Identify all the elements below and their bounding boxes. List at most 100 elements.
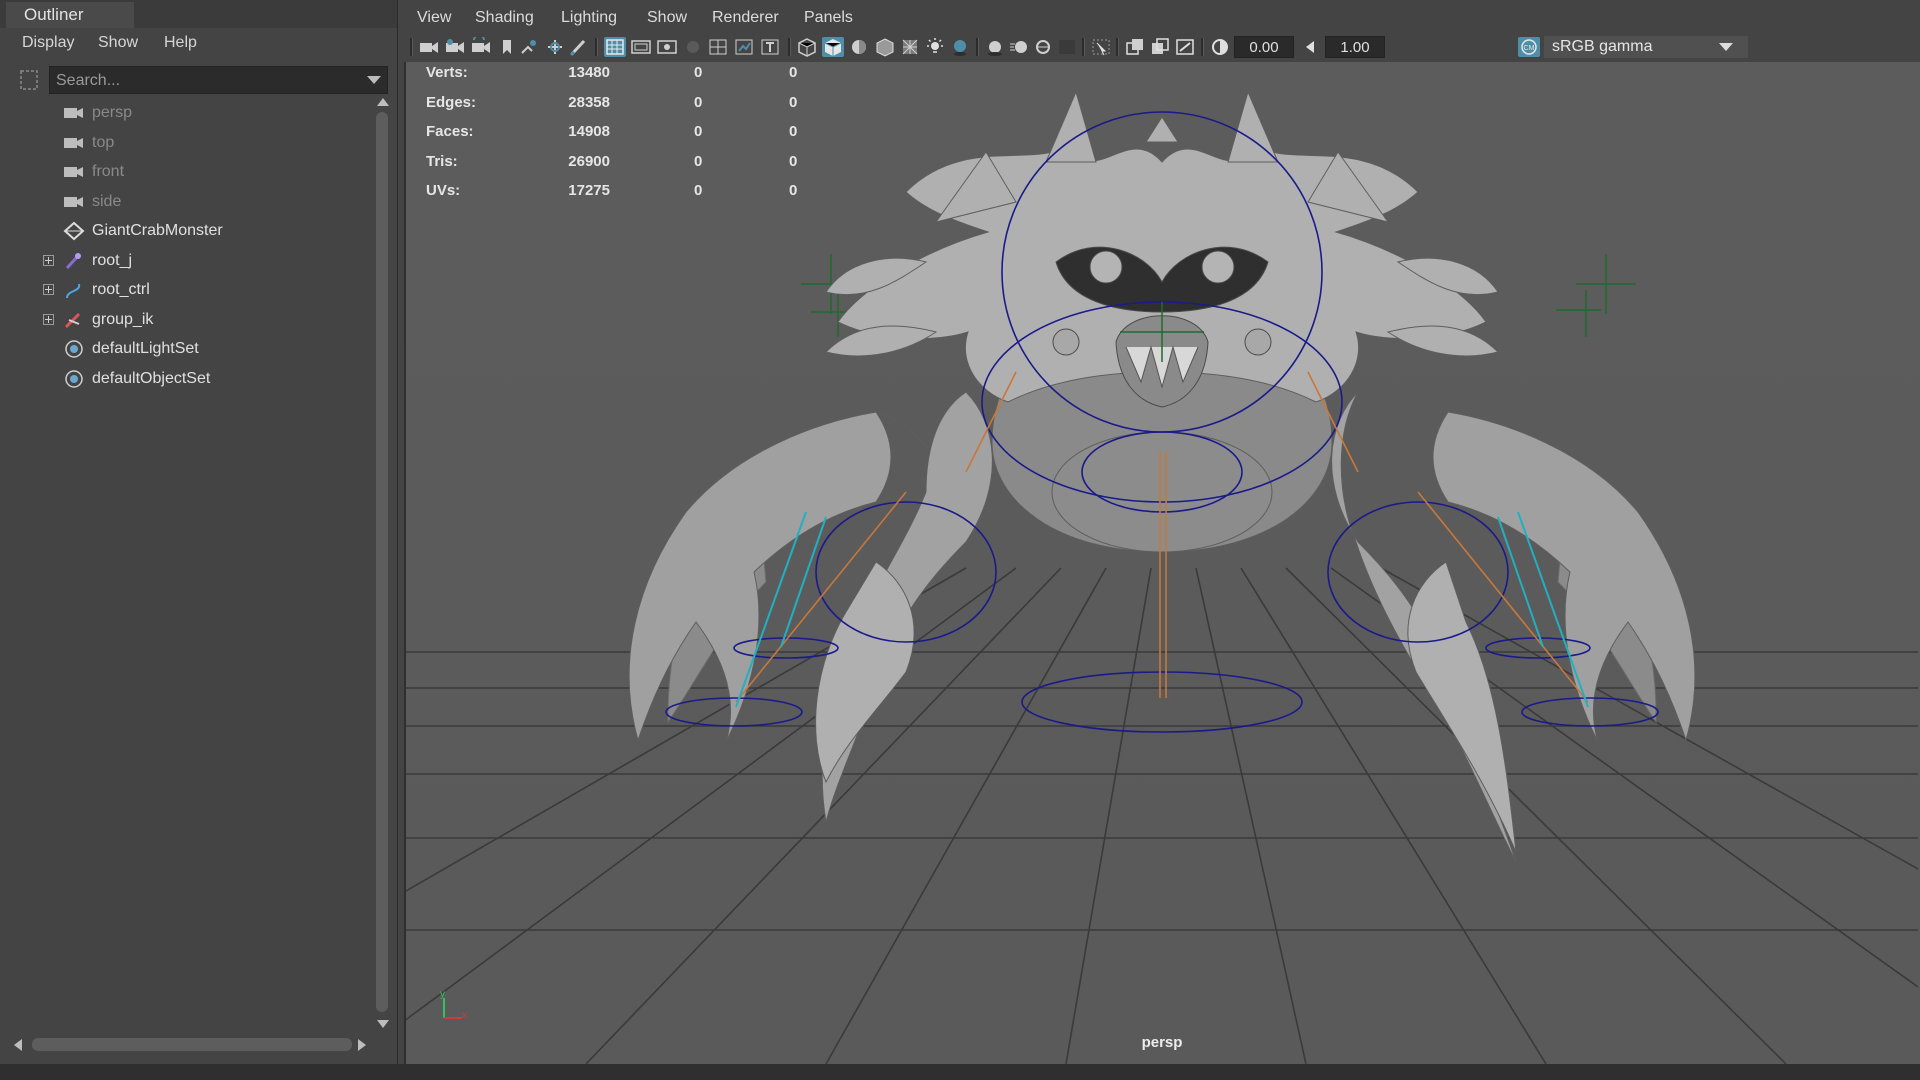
hud-value: 14908 — [568, 123, 610, 140]
viewport-menu-lighting[interactable]: Lighting — [561, 0, 617, 34]
filter-icon[interactable] — [18, 68, 40, 92]
screen-space-ao-icon[interactable] — [984, 37, 1006, 57]
viewport-menu-panels[interactable]: Panels — [804, 0, 853, 34]
horizontal-scrollbar-thumb[interactable] — [32, 1038, 352, 1051]
outliner-item-root_j[interactable]: root_j — [0, 246, 372, 275]
hud-row: UVs: 17275 0 0 — [426, 180, 806, 209]
viewport-menu-renderer[interactable]: Renderer — [712, 0, 779, 34]
smooth-shade-icon[interactable] — [822, 37, 844, 57]
toolbar-separator — [595, 38, 598, 56]
3d-viewport[interactable]: Verts: 13480 0 0 Edges: 28358 0 0 Faces: 14908 0 0 T… — [404, 62, 1920, 1064]
scroll-right-arrow-icon[interactable] — [358, 1039, 366, 1051]
outliner-search-input[interactable] — [50, 67, 358, 95]
outliner-item-label: top — [92, 133, 115, 151]
grease-pencil-icon[interactable] — [544, 37, 566, 57]
outliner-item-label: root_j — [92, 251, 133, 269]
xray-joints-icon[interactable] — [1174, 37, 1196, 57]
wireframe-on-shaded-icon[interactable] — [874, 37, 896, 57]
field-chart-icon[interactable] — [707, 37, 729, 57]
expand-icon[interactable] — [43, 254, 54, 266]
hud-row: Verts: 13480 0 0 — [426, 62, 806, 91]
grid-toggle-icon[interactable] — [604, 37, 626, 57]
outliner-horizontal-scrollbar[interactable] — [12, 1035, 370, 1055]
viewport-menu-shading[interactable]: Shading — [475, 0, 534, 34]
scene-canvas[interactable] — [406, 62, 1918, 1064]
outliner-item-group_ik[interactable]: group_ik — [0, 305, 372, 334]
view-transform-dropdown[interactable]: sRGB gamma — [1544, 36, 1748, 58]
2d-pan-zoom-icon[interactable] — [518, 37, 540, 57]
exposure-field[interactable]: 0.00 — [1234, 36, 1294, 58]
outliner-item-label: persp — [92, 104, 133, 121]
bookmarks-icon[interactable] — [470, 37, 492, 57]
xray-icon[interactable] — [1124, 37, 1146, 57]
outliner-item-top[interactable]: top — [0, 128, 372, 157]
use-all-lights-icon[interactable] — [924, 37, 946, 57]
outliner-item-giantcrabmonster[interactable]: GiantCrabMonster — [0, 216, 372, 245]
expand-icon[interactable] — [43, 313, 54, 325]
default-material-icon[interactable] — [848, 37, 870, 57]
scroll-down-arrow-icon[interactable] — [377, 1020, 389, 1028]
bottom-status-strip — [0, 1064, 1920, 1080]
mesh-transform-icon — [63, 221, 85, 241]
hud-value: 26900 — [568, 152, 610, 170]
search-options-dropdown-icon[interactable] — [367, 76, 381, 84]
textured-icon[interactable] — [899, 37, 921, 57]
exposure-icon[interactable] — [1209, 37, 1231, 57]
select-camera-icon[interactable] — [418, 37, 440, 57]
view-transform-icon[interactable]: CM — [1518, 37, 1540, 57]
svg-text:CM: CM — [1524, 45, 1535, 52]
outliner-item-defaultobjectset[interactable]: defaultObjectSet — [0, 364, 372, 393]
viewport-menu-show[interactable]: Show — [647, 0, 687, 34]
outliner-menu-bar: Display Show Help — [0, 28, 397, 58]
camera-icon — [63, 103, 85, 123]
outliner-item-label: defaultLightSet — [92, 340, 199, 357]
hud-row: Tris: 26900 0 0 — [426, 151, 806, 180]
outliner-item-persp[interactable]: persp — [0, 98, 372, 127]
safe-action-icon[interactable] — [733, 37, 755, 57]
chevron-down-icon[interactable] — [1719, 43, 1733, 51]
outliner-item-front[interactable]: front — [0, 157, 372, 186]
film-gate-icon[interactable] — [630, 37, 652, 57]
outliner-item-defaultlightset[interactable]: defaultLightSet — [0, 334, 372, 363]
shadows-icon[interactable] — [949, 37, 971, 57]
wireframe-icon[interactable] — [796, 37, 818, 57]
scrollbar-thumb[interactable] — [376, 112, 388, 1012]
viewport-menu-bar: View Shading Lighting Show Renderer Pane… — [404, 0, 1920, 34]
anti-aliasing-icon[interactable] — [1032, 37, 1054, 57]
gamma-field[interactable]: 1.00 — [1325, 36, 1385, 58]
outliner-search-box[interactable] — [49, 66, 388, 95]
hud-value: 13480 — [568, 64, 610, 81]
viewport-menu-view[interactable]: View — [417, 0, 451, 34]
outliner-item-label: defaultObjectSet — [92, 369, 211, 387]
scroll-up-arrow-icon[interactable] — [377, 98, 389, 106]
hud-label: Verts: — [426, 64, 468, 81]
outliner-item-side[interactable]: side — [0, 187, 372, 216]
depth-of-field-icon[interactable] — [1056, 37, 1078, 57]
resolution-gate-icon[interactable] — [656, 37, 678, 57]
safe-title-icon[interactable] — [759, 37, 781, 57]
hud-value: 0 — [694, 152, 703, 170]
hud-label: Edges: — [426, 93, 477, 111]
isolate-select-icon[interactable] — [1090, 37, 1112, 57]
gate-mask-icon[interactable] — [682, 37, 704, 57]
hud-value: 0 — [789, 152, 798, 170]
outliner-tab[interactable]: Outliner — [6, 2, 134, 28]
hud-value: 0 — [789, 123, 798, 140]
outliner-menu-display[interactable]: Display — [22, 28, 74, 58]
paint-tool-icon[interactable] — [568, 37, 590, 57]
viewport-toolbar: 0.00 1.00 CM sRGB gamma — [404, 34, 1920, 60]
hud-value: 0 — [789, 93, 798, 111]
expand-icon[interactable] — [43, 284, 54, 295]
image-plane-icon[interactable] — [496, 37, 518, 57]
gamma-icon[interactable] — [1300, 37, 1322, 57]
camera-attributes-icon[interactable] — [444, 37, 466, 57]
motion-blur-icon[interactable] — [1008, 37, 1030, 57]
outliner-tab-bar: Outliner — [0, 0, 397, 28]
xray-active-components-icon[interactable] — [1149, 37, 1171, 57]
outliner-menu-help[interactable]: Help — [164, 28, 197, 58]
outliner-item-root_ctrl[interactable]: root_ctrl — [0, 275, 372, 304]
camera-icon — [63, 133, 85, 153]
scroll-left-arrow-icon[interactable] — [14, 1039, 22, 1051]
outliner-menu-show[interactable]: Show — [98, 28, 138, 58]
outliner-vertical-scrollbar[interactable] — [374, 98, 391, 1036]
